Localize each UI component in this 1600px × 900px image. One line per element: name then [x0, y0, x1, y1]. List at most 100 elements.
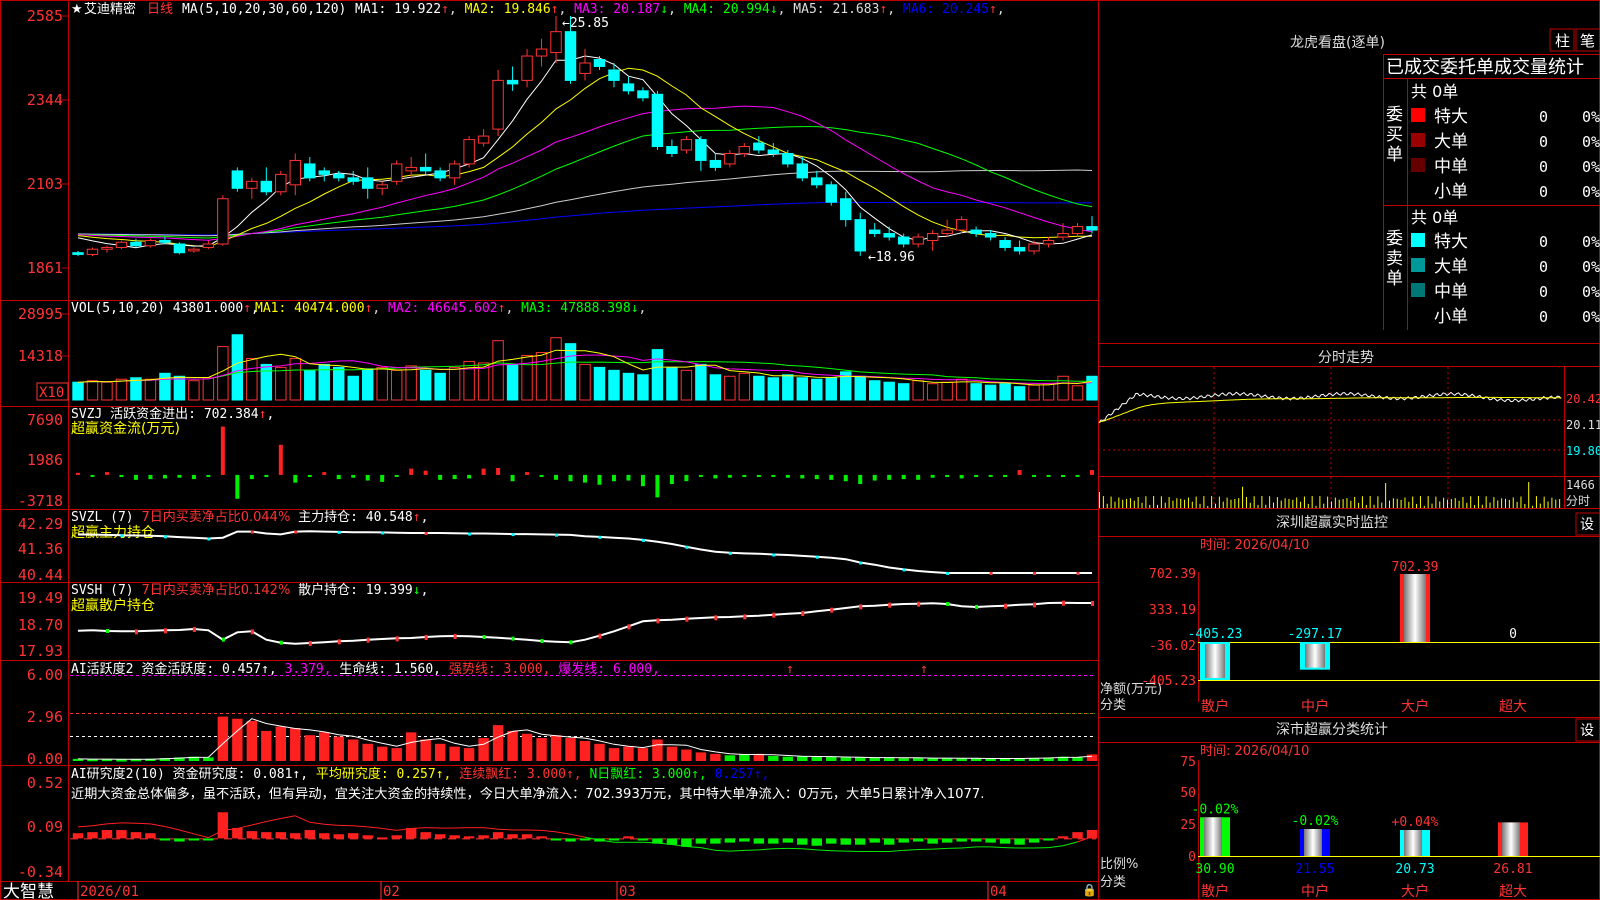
svzj-bar: [1046, 474, 1051, 477]
lhb-row-value: 0: [1539, 158, 1548, 176]
volume-bar: [1071, 385, 1084, 401]
candle-body: [144, 240, 157, 247]
candle-body: [347, 177, 359, 182]
ai-active-bar: [521, 733, 533, 761]
ai-research-bar: [927, 838, 938, 844]
intraday-vol-bar: [1157, 504, 1158, 508]
svsh-tick-mark: [337, 639, 341, 645]
sz-monitor-settings-label[interactable]: 设: [1580, 517, 1594, 533]
lock-icon[interactable]: 🔒: [1082, 883, 1097, 897]
intraday-vol-label: 分时: [1566, 494, 1590, 508]
ai-research-line-seg: [498, 828, 513, 831]
volume-bars: [72, 334, 1098, 401]
intraday-vol-bar: [1485, 496, 1487, 508]
ai-research-tick: -0.34: [18, 863, 63, 881]
ai-research-bar: [507, 834, 518, 839]
svzj-bar: [583, 474, 587, 483]
legend-item: MA1: 40474.000: [255, 301, 365, 316]
svzj-bar: [148, 474, 153, 480]
intraday-vol-bar: [1226, 497, 1228, 508]
svzl-tick: 41.36: [18, 540, 63, 558]
volume-bar: [637, 374, 649, 401]
candle-body: [173, 243, 186, 254]
ma-params: MA(5,10,20,30,60,120): [182, 2, 346, 17]
period-label[interactable]: 日线: [147, 2, 173, 17]
candle-body: [448, 163, 461, 179]
sz-monitor-value-label: -405.23: [1188, 627, 1243, 642]
volume-bar: [101, 381, 113, 401]
ai-research-bar: [999, 838, 1011, 844]
intraday-vol-bar: [1389, 500, 1390, 508]
ai-active-bar: [970, 758, 982, 761]
sz-classify-settings-label[interactable]: 设: [1580, 723, 1594, 739]
svzj-header: SVZJ 活跃资金进出: 702.384↑,: [71, 406, 274, 422]
intraday-vol-bar: [1555, 499, 1557, 508]
ai-research-bar: [1014, 838, 1025, 845]
svsh-tick-mark: [685, 616, 689, 622]
sz-monitor-tick: 702.39: [1149, 567, 1196, 582]
intraday-panel: 分时走势 20.42 20.11 19.80 1466 分时: [1098, 350, 1600, 509]
candlesticks: [72, 16, 1098, 257]
candle-body: [231, 170, 244, 189]
stock-star-icon[interactable]: ★: [71, 2, 83, 17]
svzj-bar: [669, 474, 674, 485]
stroke-button-label[interactable]: 笔: [1580, 32, 1595, 50]
intraday-vol-bar: [1435, 496, 1437, 508]
volume-bar: [926, 383, 939, 401]
ai-research-line-seg: [1048, 845, 1064, 849]
intraday-vol-bar: [1392, 498, 1394, 508]
ai-research-bar: [536, 836, 547, 839]
svzj-bar: [423, 470, 428, 475]
lhb-color-swatch: [1411, 108, 1425, 122]
intraday-vol-bar: [1559, 499, 1561, 508]
column-button-label[interactable]: 柱: [1555, 32, 1570, 50]
svsh-panel: 19.49 18.70 17.93 SVSH (7) 7日内买卖净占比0.142…: [18, 582, 1094, 660]
sz-classify-tick: 50: [1180, 786, 1196, 801]
volume-bar: [86, 380, 99, 401]
intraday-vol-bar: [1377, 496, 1379, 508]
ai-research-bar: [1072, 832, 1083, 839]
svzj-tick: 1986: [27, 451, 63, 469]
sz-classify-bottom-label: 20.73: [1395, 862, 1434, 877]
ai-research-bar: [348, 833, 359, 839]
lhb-row-pct: 0%: [1582, 283, 1600, 301]
svzj-bar: [771, 474, 776, 477]
ai-research-bar: [710, 838, 721, 844]
svzl-tick-mark: [381, 531, 385, 535]
lhb-row-value: 0: [1539, 258, 1548, 276]
intraday-vol-bar: [1257, 504, 1259, 508]
ma-legend: MA1: 19.922↑, MA2: 19.846↑, MA3: 20.187↓…: [355, 2, 1005, 17]
ai-research-tick: 0.52: [27, 774, 63, 792]
intraday-vol-bar: [1539, 503, 1541, 508]
svsh-line: [77, 600, 1094, 646]
svzl-polyline: [77, 530, 1092, 574]
intraday-vol-bar: [1416, 503, 1418, 508]
intraday-tick: 20.11: [1566, 418, 1600, 432]
intraday-vol-bar: [1458, 500, 1460, 508]
svzj-bar: [307, 474, 312, 478]
intraday-vol-bar: [1358, 502, 1360, 508]
candle-body: [695, 139, 707, 161]
legend-item: MA3: 20.187: [566, 2, 660, 17]
legend-arrow: ↓: [660, 2, 668, 17]
ai-research-bar: [912, 838, 924, 842]
ai-research-bar: [130, 832, 142, 839]
ai-research-bar: [1043, 838, 1054, 841]
ai-research-bar: [159, 838, 171, 841]
stock-name: 艾迪精密: [84, 1, 136, 17]
candle-body: [361, 177, 374, 189]
svzl-tick: 40.44: [18, 566, 63, 584]
volume-bar: [304, 369, 316, 401]
svsh-tick-mark: [569, 640, 573, 645]
ai-research-bar: [579, 838, 591, 841]
ai-research-line-seg: [932, 847, 948, 850]
ai-active-bar: [768, 755, 779, 761]
volume-bar: [680, 369, 693, 401]
intraday-vol-bar: [1369, 496, 1371, 508]
header-item: 连续飘红: 3.000↑,: [459, 766, 589, 782]
candle-body: [651, 93, 664, 148]
svzj-bar: [568, 474, 573, 482]
stock-terminal: 2585 2344 2103 1861 ★ 艾迪精密 日线 MA(5,10,20…: [0, 0, 1600, 900]
svzj-bar: [554, 474, 559, 480]
ai-research-bar: [116, 830, 127, 839]
